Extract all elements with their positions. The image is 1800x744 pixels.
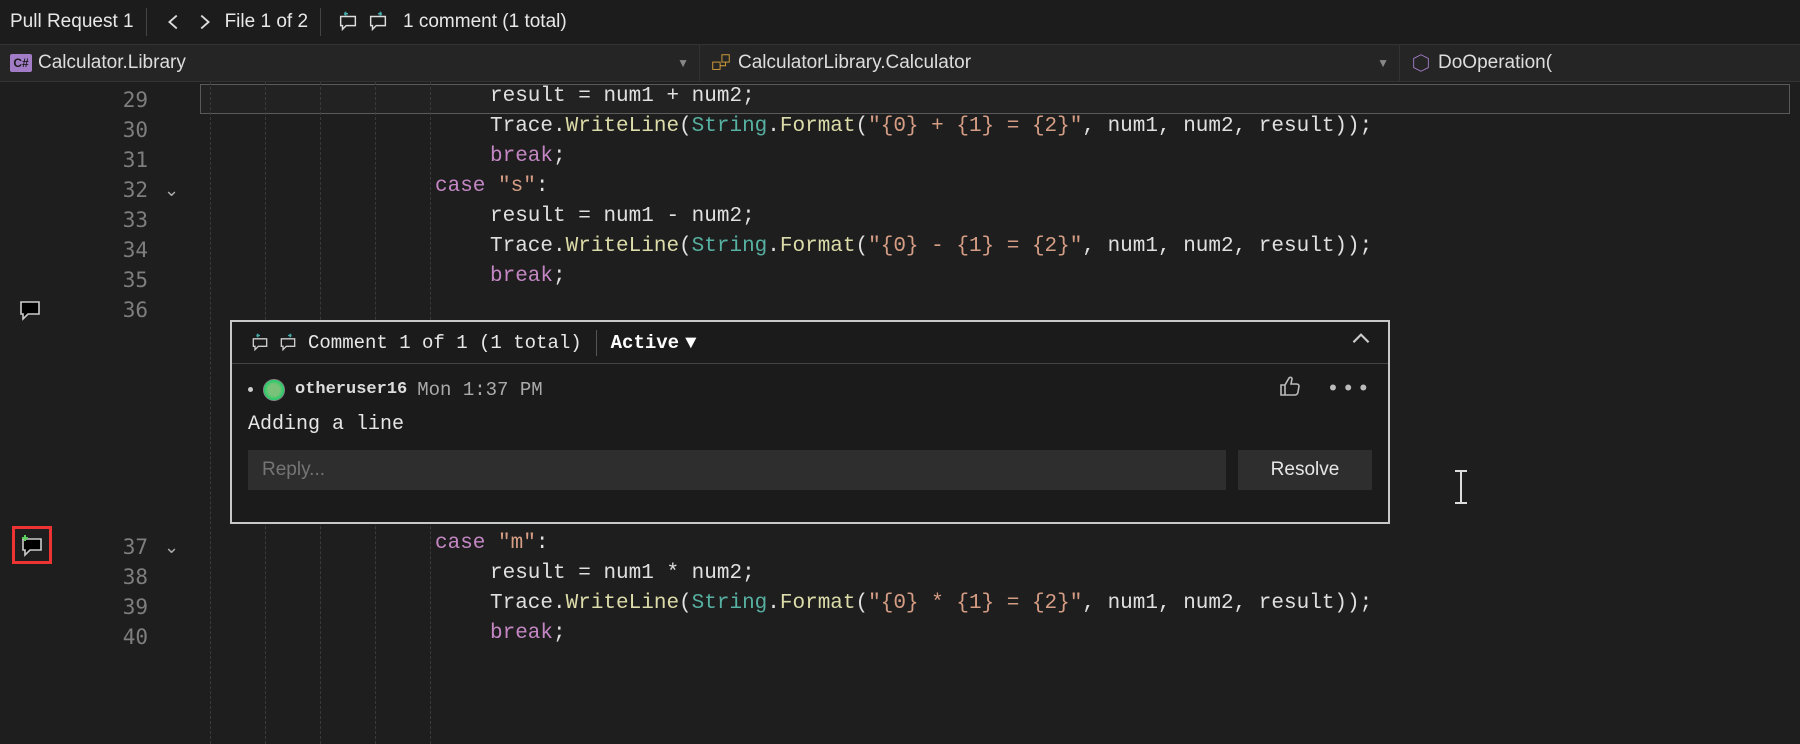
ellipsis-icon: ••• <box>1326 377 1372 402</box>
fold-toggle[interactable]: ⌄ <box>164 532 179 562</box>
code-line: break; <box>490 145 566 168</box>
comment-prev-icon <box>337 11 359 33</box>
separator <box>320 8 321 36</box>
code-line: break; <box>490 622 566 645</box>
breadcrumb-class-label: CalculatorLibrary.Calculator <box>738 52 971 74</box>
breadcrumb-project-label: Calculator.Library <box>38 52 186 74</box>
code-line: case "s": <box>435 175 548 198</box>
prev-file-button[interactable] <box>159 7 189 37</box>
author-username: otheruser16 <box>295 380 407 399</box>
code-editor: 29 30 31 32 33 34 35 36 37 38 39 40 ⌄ ⌄ <box>0 82 1800 744</box>
code-line: result = num1 - num2; <box>490 205 755 228</box>
comment-icon <box>18 298 42 322</box>
line-number: 29 <box>123 85 148 115</box>
comment-thread-marker[interactable] <box>18 295 42 325</box>
comment-card-header: Comment 1 of 1 (1 total) Active ▼ <box>232 322 1388 364</box>
text-cursor <box>1460 470 1462 504</box>
fold-toggle[interactable]: ⌄ <box>164 175 179 205</box>
separator <box>596 330 597 356</box>
pr-toolbar: Pull Request 1 File 1 of 2 1 comment (1 … <box>0 0 1800 44</box>
comment-status-dropdown[interactable]: Active ▼ <box>611 332 697 354</box>
comment-reply-row: Resolve <box>248 450 1372 490</box>
resolve-button[interactable]: Resolve <box>1238 450 1372 490</box>
reply-input[interactable] <box>248 450 1226 490</box>
breadcrumb-project[interactable]: C# Calculator.Library ▼ <box>0 45 700 81</box>
add-comment-icon <box>20 533 44 557</box>
next-file-button[interactable] <box>189 7 219 37</box>
comment-next-icon <box>278 333 298 353</box>
current-line-highlight <box>200 84 1790 114</box>
line-number: 35 <box>123 265 148 295</box>
code-line: break; <box>490 265 566 288</box>
breadcrumb-bar: C# Calculator.Library ▼ CalculatorLibrar… <box>0 44 1800 82</box>
code-area[interactable]: result = num1 + num2; Trace.WriteLine(St… <box>200 82 1800 744</box>
file-position: File 1 of 2 <box>225 11 308 33</box>
prev-comment-in-thread-button[interactable] <box>246 329 274 357</box>
line-number-gutter: 29 30 31 32 33 34 35 36 37 38 39 40 <box>58 82 158 744</box>
line-number: 38 <box>123 562 148 592</box>
breadcrumb-class[interactable]: CalculatorLibrary.Calculator ▼ <box>700 45 1400 81</box>
fold-gutter: ⌄ ⌄ <box>158 82 200 744</box>
line-number: 30 <box>123 115 148 145</box>
code-line: Trace.WriteLine(String.Format("{0} * {1}… <box>490 592 1372 615</box>
comment-body-text: Adding a line <box>248 413 1372 436</box>
breadcrumb-method[interactable]: DoOperation( <box>1400 45 1800 81</box>
arrow-right-icon <box>193 11 215 33</box>
separator <box>146 8 147 36</box>
arrow-left-icon <box>163 11 185 33</box>
line-number: 40 <box>123 622 148 652</box>
add-comment-button[interactable] <box>20 530 44 560</box>
comment-author-row: otheruser16 Mon 1:37 PM ••• <box>248 374 1372 405</box>
breadcrumb-method-label: DoOperation( <box>1438 52 1552 74</box>
collapse-thread-button[interactable] <box>1348 326 1374 359</box>
line-number: 36 <box>123 295 148 325</box>
line-number: 34 <box>123 235 148 265</box>
line-number: 31 <box>123 145 148 175</box>
chevron-down-icon: ▼ <box>685 332 696 354</box>
line-number: 32 <box>123 175 148 205</box>
next-comment-button[interactable] <box>363 7 393 37</box>
dropdown-caret-icon: ▼ <box>677 56 689 70</box>
line-number: 39 <box>123 592 148 622</box>
chevron-up-icon <box>1348 326 1374 352</box>
comment-timestamp: Mon 1:37 PM <box>417 379 542 401</box>
code-line: result = num1 * num2; <box>490 562 755 585</box>
dropdown-caret-icon: ▼ <box>1377 56 1389 70</box>
editor-margin <box>0 82 58 744</box>
unread-dot-icon <box>248 387 253 392</box>
code-line: case "m": <box>435 532 548 555</box>
class-icon <box>710 52 732 74</box>
next-comment-in-thread-button[interactable] <box>274 329 302 357</box>
method-icon <box>1410 52 1432 74</box>
comment-summary: 1 comment (1 total) <box>403 11 567 33</box>
line-number: 37 <box>123 532 148 562</box>
comment-counter: Comment 1 of 1 (1 total) <box>308 332 582 354</box>
comment-prev-icon <box>250 333 270 353</box>
pr-title: Pull Request 1 <box>10 11 134 33</box>
like-comment-button[interactable] <box>1278 374 1302 405</box>
code-line: Trace.WriteLine(String.Format("{0} - {1}… <box>490 235 1372 258</box>
author-avatar[interactable] <box>263 379 285 401</box>
comment-next-icon <box>367 11 389 33</box>
comment-more-menu[interactable]: ••• <box>1326 377 1372 402</box>
csharp-badge-icon: C# <box>10 54 32 72</box>
comment-card-body: otheruser16 Mon 1:37 PM ••• Adding a lin… <box>232 364 1388 504</box>
prev-comment-button[interactable] <box>333 7 363 37</box>
line-number: 33 <box>123 205 148 235</box>
comment-status-label: Active <box>611 332 679 354</box>
code-line: result = num1 + num2; <box>490 85 755 108</box>
comment-thread-card: Comment 1 of 1 (1 total) Active ▼ otheru… <box>230 320 1390 524</box>
code-line: Trace.WriteLine(String.Format("{0} + {1}… <box>490 115 1372 138</box>
thumbs-up-icon <box>1278 374 1302 398</box>
